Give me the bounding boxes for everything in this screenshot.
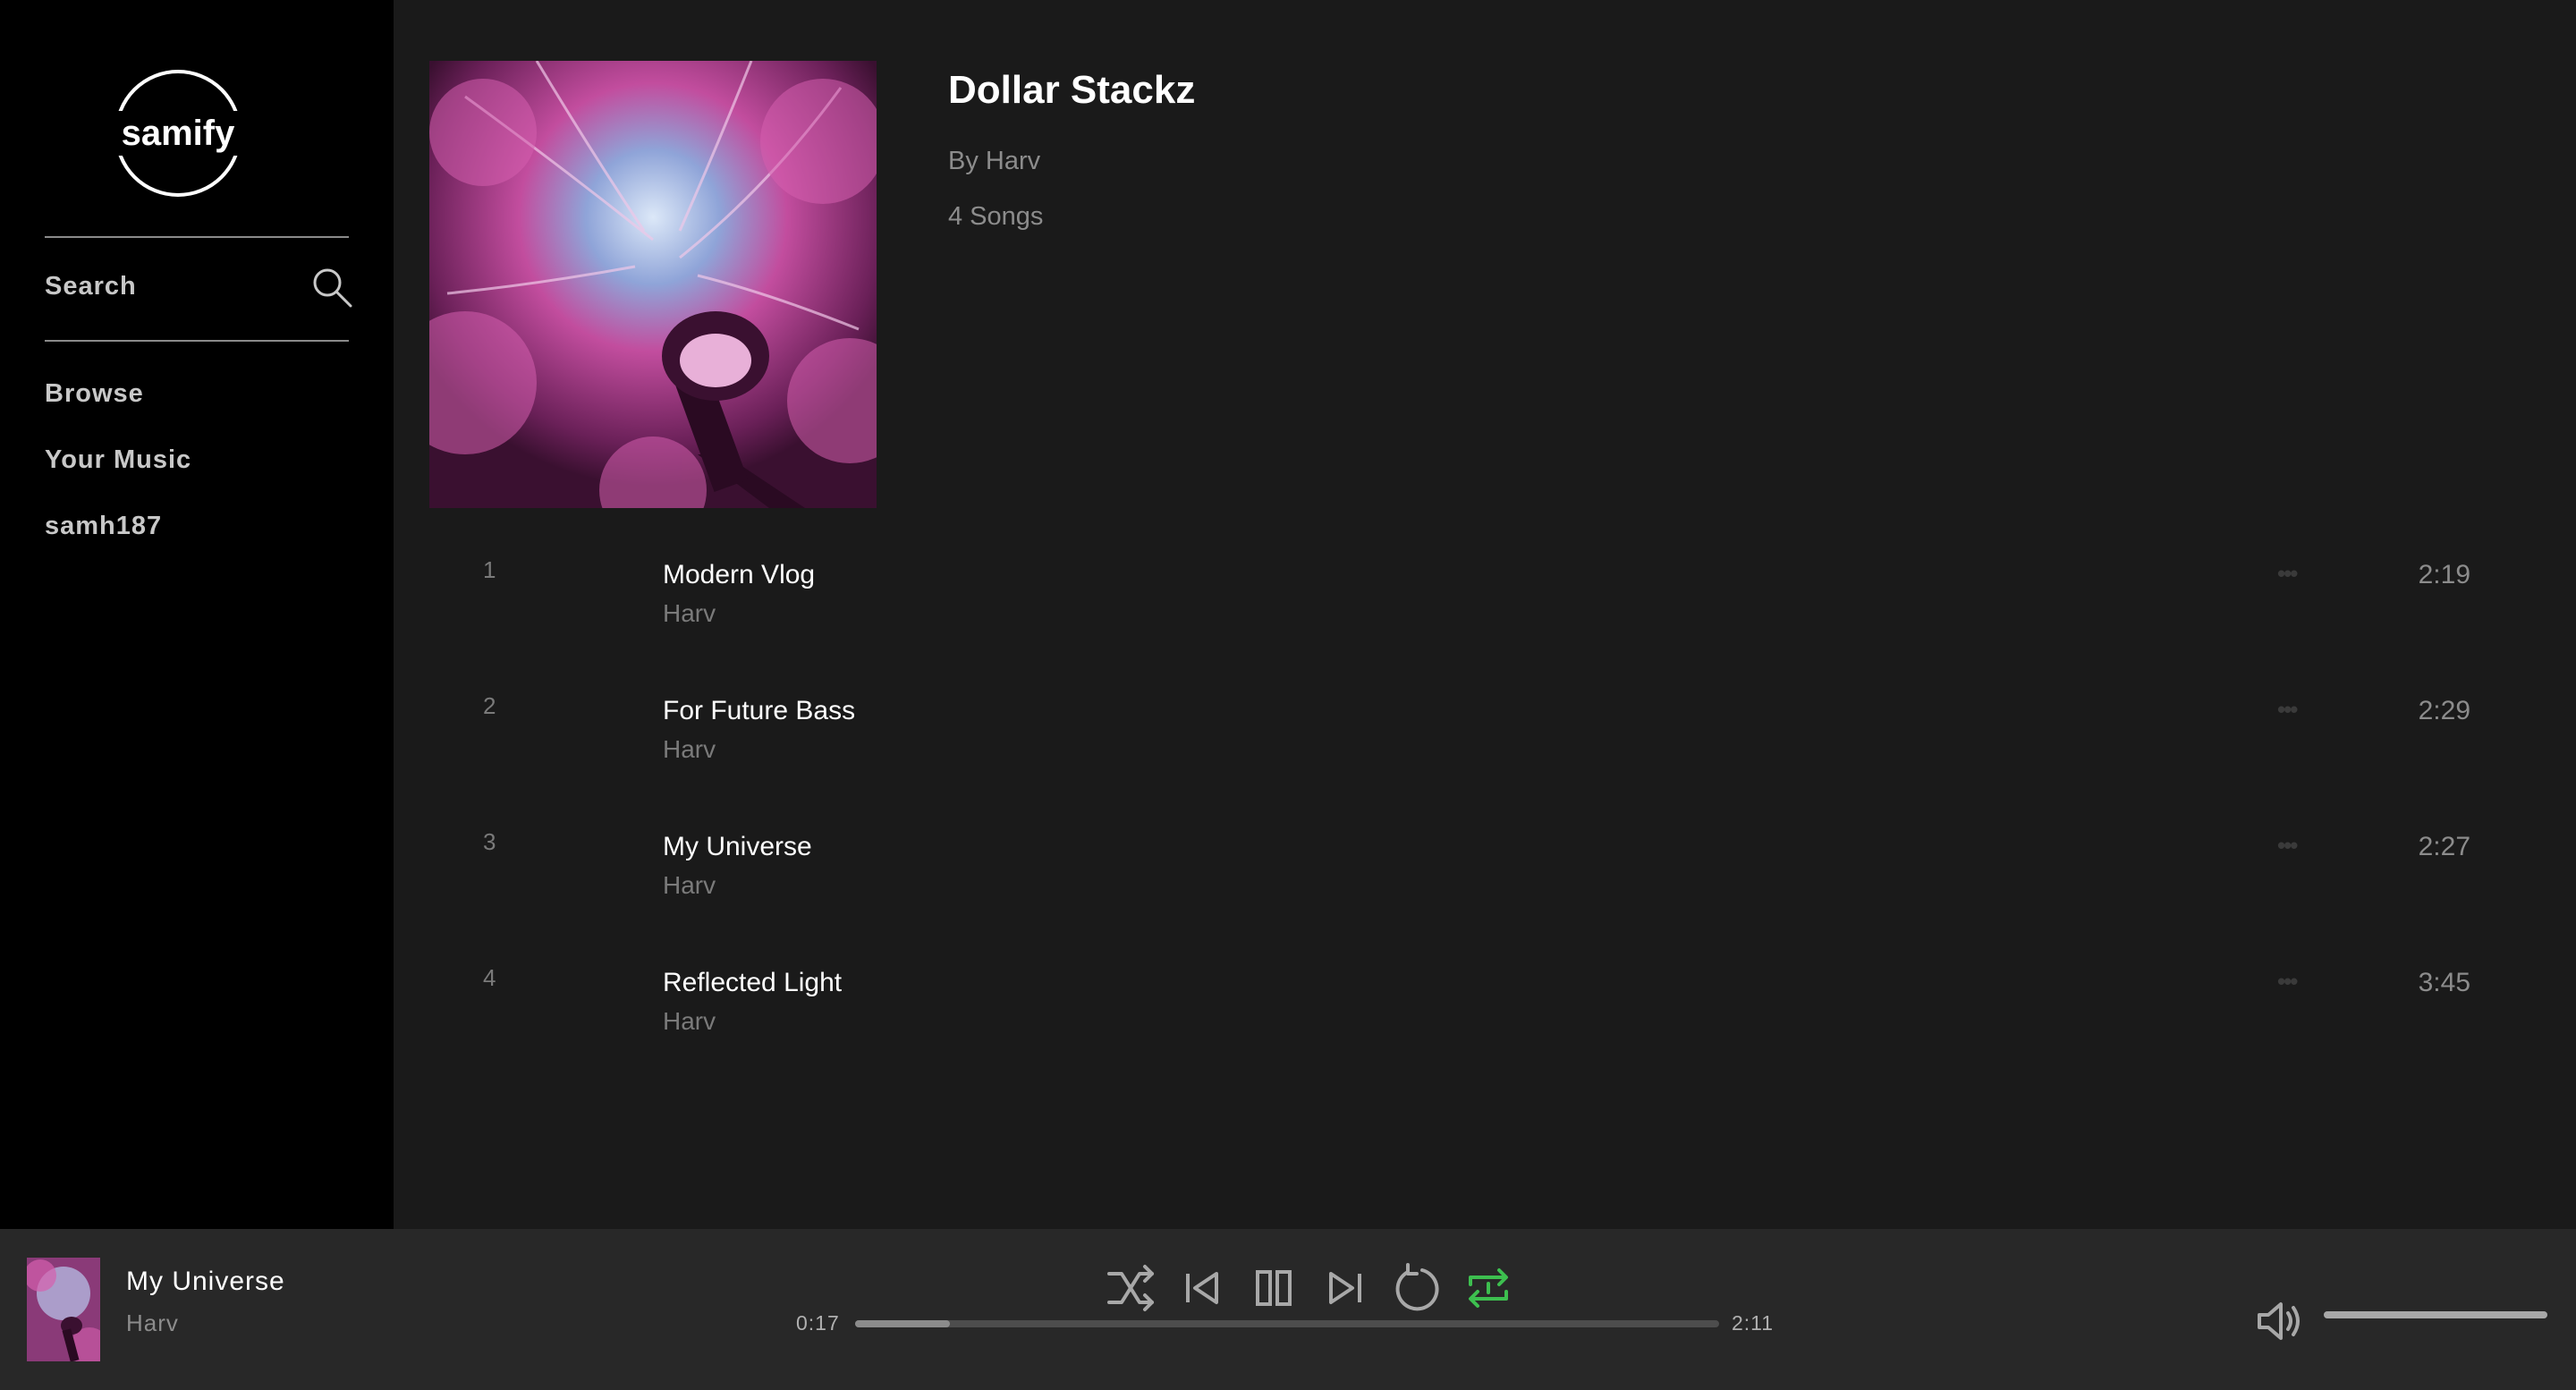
repeat-icon[interactable]	[1462, 1261, 1515, 1315]
track-title[interactable]: Reflected Light	[663, 968, 842, 998]
progress-bar-fill	[855, 1320, 951, 1327]
volume-icon[interactable]	[2254, 1295, 2306, 1347]
search-row[interactable]: Search	[45, 265, 354, 309]
logo-text: samify	[106, 111, 250, 156]
track-number: 4	[483, 964, 496, 991]
track-row[interactable]: 1 Modern Vlog Harv ••• 2:19	[429, 556, 2540, 673]
sidebar-item-profile[interactable]: samh187	[45, 512, 162, 541]
track-title[interactable]: For Future Bass	[663, 696, 855, 726]
track-artist[interactable]: Harv	[663, 871, 716, 900]
album-cover-illustration	[429, 61, 877, 508]
more-options-icon[interactable]: •••	[2277, 968, 2313, 995]
album-artist[interactable]: By Harv	[948, 147, 1040, 176]
volume-slider[interactable]	[2324, 1311, 2547, 1318]
pause-icon[interactable]	[1247, 1261, 1301, 1315]
samify-logo[interactable]: samify	[106, 70, 250, 197]
search-label[interactable]: Search	[45, 272, 137, 301]
track-row[interactable]: 3 My Universe Harv ••• 2:27	[429, 828, 2540, 945]
shuffle-icon[interactable]	[1104, 1261, 1157, 1315]
track-title[interactable]: Modern Vlog	[663, 560, 815, 590]
elapsed-time: 0:17	[796, 1311, 840, 1335]
track-duration: 2:29	[2418, 696, 2470, 725]
now-playing-art-illustration	[24, 1258, 109, 1367]
track-artist[interactable]: Harv	[663, 599, 716, 628]
track-number: 3	[483, 828, 496, 855]
total-time: 2:11	[1732, 1311, 1775, 1335]
track-duration: 3:45	[2418, 968, 2470, 997]
track-artist[interactable]: Harv	[663, 735, 716, 764]
volume-slider-fill	[2324, 1311, 2547, 1318]
sidebar-item-your-music[interactable]: Your Music	[45, 445, 191, 475]
sidebar-divider-top	[45, 236, 349, 238]
sidebar-item-browse[interactable]: Browse	[45, 379, 144, 409]
now-playing-artist[interactable]: Harv	[126, 1309, 179, 1337]
now-playing-title[interactable]: My Universe	[126, 1267, 285, 1297]
track-row[interactable]: 2 For Future Bass Harv ••• 2:29	[429, 692, 2540, 809]
track-duration: 2:27	[2418, 832, 2470, 861]
album-cover-art	[429, 61, 877, 508]
album-view: Dollar Stackz By Harv 4 Songs 1 Modern V…	[394, 0, 2576, 1229]
player-bar: My Universe Harv 0:17 2:11	[0, 1229, 2576, 1390]
sidebar: samify Search Browse Your Music samh187	[0, 0, 394, 1229]
track-number: 1	[483, 556, 496, 583]
sidebar-divider-bottom	[45, 340, 349, 342]
now-playing-art[interactable]	[24, 1258, 109, 1367]
search-icon[interactable]	[309, 265, 354, 309]
more-options-icon[interactable]: •••	[2277, 696, 2313, 723]
track-number: 2	[483, 692, 496, 719]
progress-bar[interactable]	[855, 1320, 1719, 1327]
previous-icon[interactable]	[1175, 1261, 1229, 1315]
more-options-icon[interactable]: •••	[2277, 832, 2313, 859]
track-row[interactable]: 4 Reflected Light Harv ••• 3:45	[429, 964, 2540, 1081]
track-artist[interactable]: Harv	[663, 1007, 716, 1036]
album-song-count: 4 Songs	[948, 202, 1044, 231]
next-icon[interactable]	[1318, 1261, 1372, 1315]
track-title[interactable]: My Universe	[663, 832, 812, 862]
replay-icon[interactable]	[1390, 1261, 1444, 1315]
more-options-icon[interactable]: •••	[2277, 560, 2313, 587]
track-duration: 2:19	[2418, 560, 2470, 589]
album-title: Dollar Stackz	[948, 68, 1196, 112]
